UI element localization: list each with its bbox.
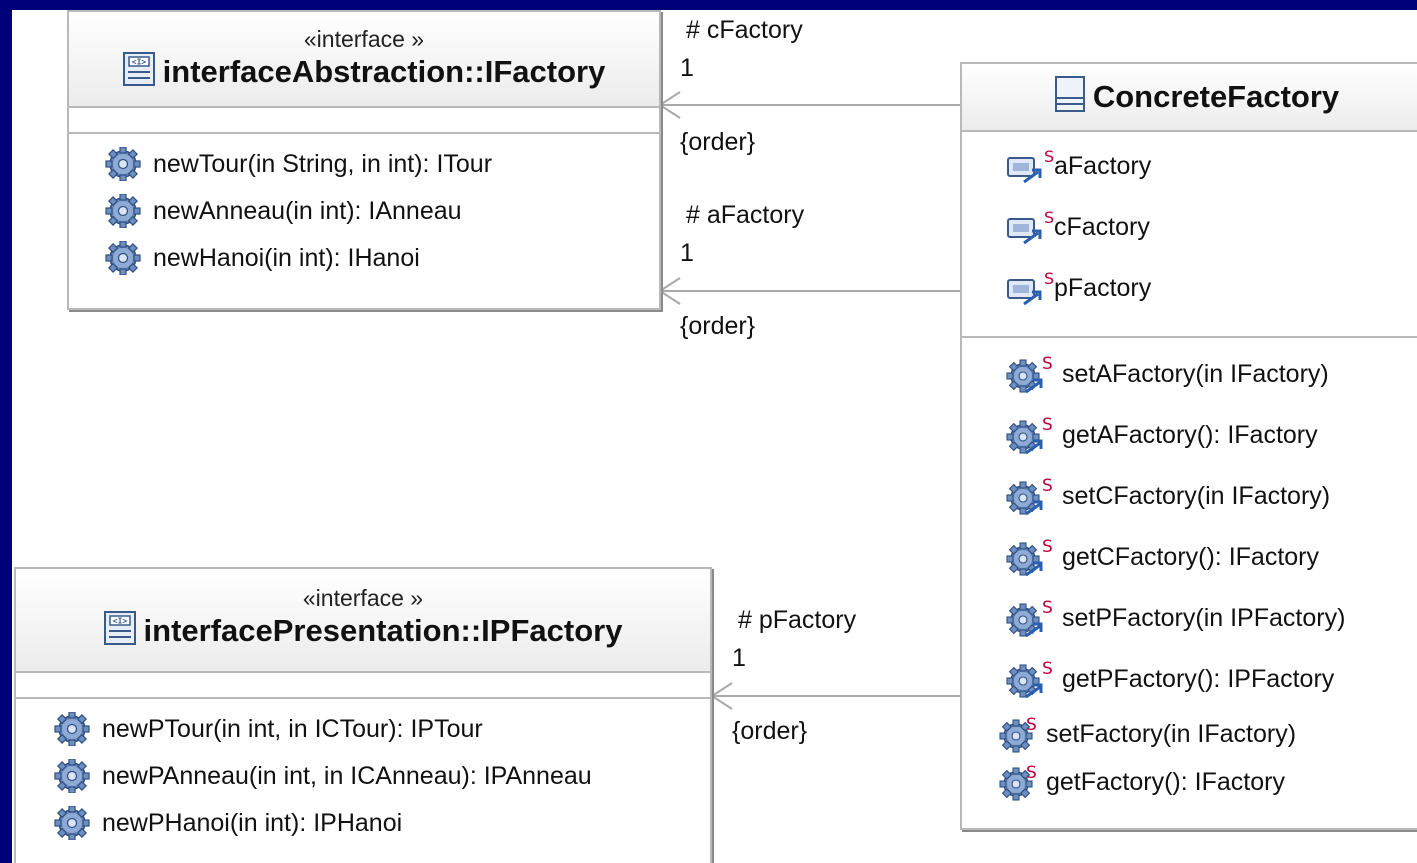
static-method-icon: [1006, 478, 1054, 514]
attribute-label: pFactory: [1054, 273, 1152, 302]
stereotype-label: «interface »: [302, 585, 424, 611]
operation-row[interactable]: getAFactory(): IFactory: [1006, 417, 1318, 453]
assoc-constraint-pfactory: {order}: [732, 717, 808, 745]
gear-icon: [48, 758, 96, 794]
operation-label: newAnneau(in int): IAnneau: [153, 196, 462, 225]
class-concretefactory[interactable]: ConcreteFactory aFactory cFactory pFacto…: [960, 62, 1417, 830]
operation-row[interactable]: setPFactory(in IPFactory): [1006, 600, 1345, 636]
operation-label: newPAnneau(in int, in ICAnneau): IPAnnea…: [102, 761, 592, 790]
operation-row[interactable]: setCFactory(in IFactory): [1006, 478, 1330, 514]
stereotype-label: «interface »: [303, 26, 425, 52]
assoc-constraint-cfactory: {order}: [680, 128, 756, 156]
operation-row[interactable]: newTour(in String, in int): ITour: [99, 146, 492, 182]
operation-row[interactable]: setFactory(in IFactory): [996, 716, 1296, 752]
operation-label: getCFactory(): IFactory: [1062, 542, 1319, 571]
assoc-role-pfactory: # pFactory: [738, 606, 857, 634]
operation-label: getFactory(): IFactory: [1046, 767, 1285, 796]
gear-icon: [99, 146, 147, 182]
static-method-icon: [996, 764, 1044, 800]
svg-text:<I>: <I>: [131, 58, 146, 67]
operation-label: getPFactory(): IPFactory: [1062, 664, 1335, 693]
attribute-row[interactable]: aFactory: [1006, 148, 1151, 184]
assoc-role-afactory: # aFactory: [686, 201, 805, 229]
static-method-icon: [1006, 539, 1054, 575]
gear-icon: [99, 193, 147, 229]
svg-text:<I>: <I>: [112, 617, 127, 626]
operation-row[interactable]: newAnneau(in int): IAnneau: [99, 193, 462, 229]
class-icon: [1054, 76, 1085, 122]
static-method-icon: [1006, 661, 1054, 697]
attributes-compartment: [69, 108, 659, 134]
operation-label: newTour(in String, in int): ITour: [153, 149, 493, 178]
class-name: interfacePresentation::IPFactory: [143, 613, 623, 649]
static-method-icon: [1006, 356, 1054, 392]
attribute-row[interactable]: cFactory: [1006, 209, 1150, 245]
operation-label: newPTour(in int, in ICTour): IPTour: [102, 714, 483, 743]
assoc-multiplicity-afactory: 1: [680, 239, 694, 267]
class-header: «interface » <I> interfaceAbstraction::I…: [69, 12, 659, 108]
operation-row[interactable]: getFactory(): IFactory: [996, 764, 1285, 800]
operation-row[interactable]: newPTour(in int, in ICTour): IPTour: [48, 711, 483, 747]
class-name: ConcreteFactory: [1092, 79, 1340, 115]
assoc-multiplicity-cfactory: 1: [680, 54, 694, 82]
static-field-icon: [1006, 209, 1054, 245]
operation-label: getAFactory(): IFactory: [1062, 420, 1318, 449]
assoc-multiplicity-pfactory: 1: [732, 644, 746, 672]
gear-icon: [48, 805, 96, 841]
class-header: «interface » <I> interfacePresentation::…: [16, 569, 710, 673]
static-field-icon: [1006, 270, 1054, 306]
operation-row[interactable]: newHanoi(in int): IHanoi: [99, 240, 420, 276]
diagram-canvas: # cFactory 1 {order} # aFactory 1 {order…: [12, 10, 1417, 863]
attribute-label: cFactory: [1054, 212, 1150, 241]
assoc-constraint-afactory: {order}: [680, 312, 756, 340]
interface-icon: <I>: [122, 52, 155, 96]
static-field-icon: [1006, 148, 1054, 184]
attributes-compartment: aFactory cFactory pFactory: [962, 132, 1417, 338]
gear-icon: [99, 240, 147, 276]
operation-row[interactable]: newPAnneau(in int, in ICAnneau): IPAnnea…: [48, 758, 592, 794]
class-name: interfaceAbstraction::IFactory: [162, 54, 606, 90]
operation-row[interactable]: getPFactory(): IPFactory: [1006, 661, 1334, 697]
gear-icon: [48, 711, 96, 747]
operation-label: setCFactory(in IFactory): [1062, 481, 1331, 510]
static-method-icon: [996, 716, 1044, 752]
attribute-row[interactable]: pFactory: [1006, 270, 1151, 306]
operation-label: setPFactory(in IPFactory): [1062, 603, 1346, 632]
static-method-icon: [1006, 600, 1054, 636]
class-header: ConcreteFactory: [962, 64, 1417, 132]
interface-icon: <I>: [103, 611, 136, 655]
attributes-compartment: [16, 673, 710, 699]
static-method-icon: [1006, 417, 1054, 453]
class-ipfactory[interactable]: «interface » <I> interfacePresentation::…: [14, 567, 712, 863]
assoc-role-cfactory: # cFactory: [686, 16, 803, 44]
operation-row[interactable]: newPHanoi(in int): IPHanoi: [48, 805, 402, 841]
operation-row[interactable]: getCFactory(): IFactory: [1006, 539, 1319, 575]
attribute-label: aFactory: [1054, 151, 1152, 180]
operation-label: setFactory(in IFactory): [1046, 719, 1297, 748]
class-ifactory[interactable]: «interface » <I> interfaceAbstraction::I…: [67, 10, 661, 310]
operation-label: newPHanoi(in int): IPHanoi: [102, 808, 403, 837]
operation-label: setAFactory(in IFactory): [1062, 359, 1329, 388]
operation-row[interactable]: setAFactory(in IFactory): [1006, 356, 1329, 392]
operation-label: newHanoi(in int): IHanoi: [153, 243, 420, 272]
